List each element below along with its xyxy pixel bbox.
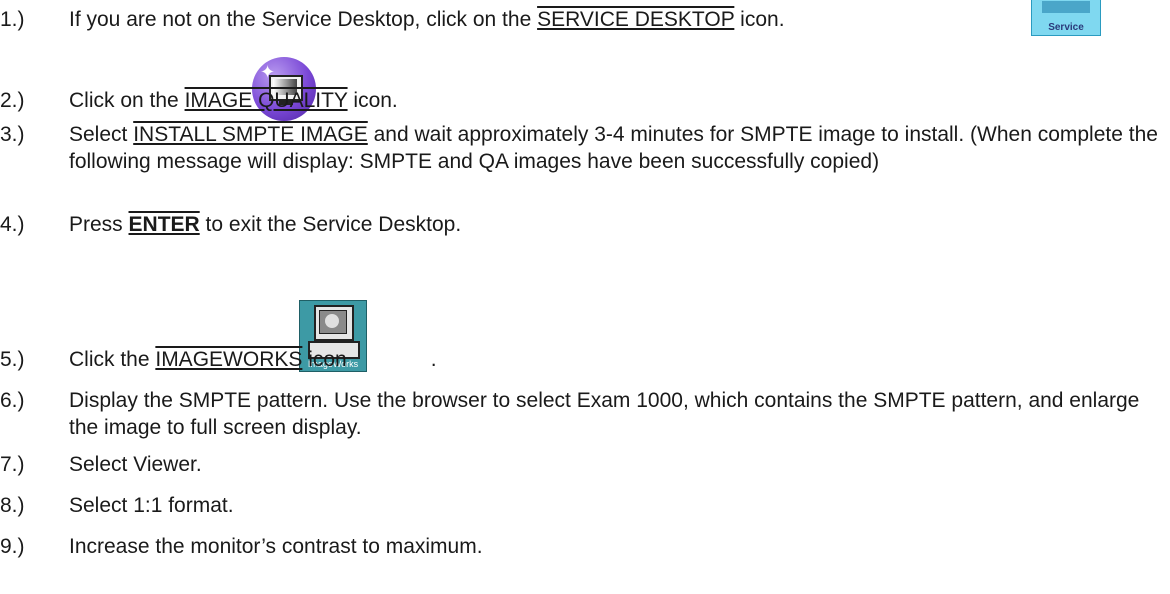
step-number: 9.)	[0, 535, 25, 558]
step-number: 6.)	[0, 389, 25, 412]
step-number: 5.)	[0, 348, 25, 371]
imageworks-key: IMAGEWORKS	[155, 348, 303, 371]
step-number: 7.)	[0, 453, 25, 476]
step-number: 1.)	[0, 8, 25, 31]
step-number: 2.)	[0, 89, 25, 112]
step-number: 8.)	[0, 494, 25, 517]
image-quality-key: IMAGE QUALITY	[184, 89, 348, 112]
enter-key: ENTER	[128, 213, 200, 236]
step-number: 3.)	[0, 123, 25, 146]
step-number: 4.)	[0, 213, 25, 236]
install-smpte-key: INSTALL SMPTE IMAGE	[133, 123, 368, 146]
service-desktop-key: SERVICE DESKTOP	[537, 8, 735, 31]
